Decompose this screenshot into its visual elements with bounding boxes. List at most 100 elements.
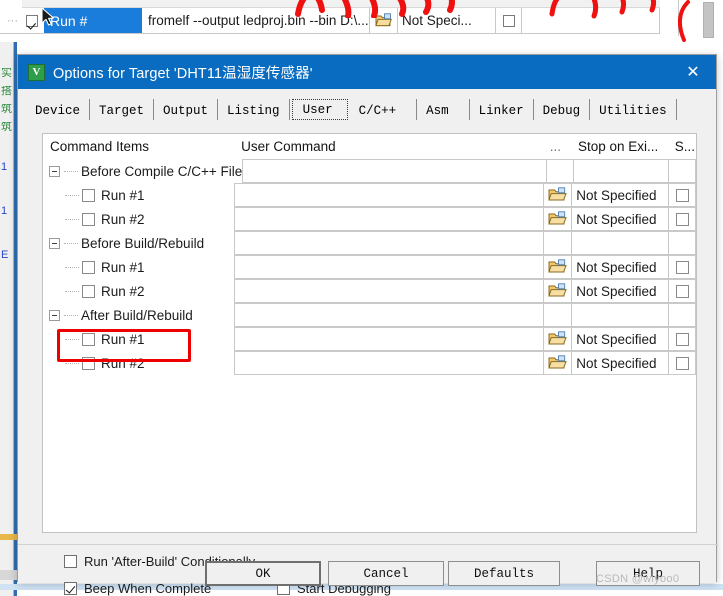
header-user-command: User Command bbox=[241, 139, 336, 154]
tab-debug[interactable]: Debug bbox=[534, 99, 591, 120]
table-row[interactable]: After Build/Rebuild bbox=[43, 303, 697, 327]
tab-asm[interactable]: Asm bbox=[417, 99, 470, 120]
checkbox-unchecked-icon[interactable] bbox=[64, 555, 77, 568]
tab-target[interactable]: Target bbox=[90, 99, 155, 120]
stop-on-exit-cell[interactable]: Not Specified bbox=[571, 351, 669, 375]
tab-user[interactable]: User bbox=[291, 99, 348, 120]
folder-open-icon[interactable] bbox=[548, 211, 568, 227]
stop-on-exit-cell[interactable]: Not Specified bbox=[571, 279, 669, 303]
table-row[interactable]: Before Compile C/C++ File bbox=[43, 159, 696, 183]
user-command-cell[interactable] bbox=[234, 303, 544, 327]
table-row-highlighted[interactable]: Run #1 Not Specified bbox=[43, 327, 697, 351]
skip-cell[interactable] bbox=[668, 327, 697, 351]
run-enable-checkbox[interactable] bbox=[82, 212, 95, 226]
tree-leaf-cell[interactable]: Run #1 bbox=[43, 327, 234, 351]
tree-leaf-label: Run #2 bbox=[101, 283, 145, 299]
user-command-cell[interactable] bbox=[234, 183, 544, 207]
browse-cell[interactable] bbox=[543, 327, 572, 351]
table-row[interactable]: Before Build/Rebuild bbox=[43, 231, 697, 255]
run-enable-checkbox[interactable] bbox=[82, 284, 95, 298]
cancel-button[interactable]: Cancel bbox=[328, 561, 444, 586]
browse-cell[interactable] bbox=[543, 279, 572, 303]
browse-cell[interactable] bbox=[543, 255, 572, 279]
close-icon[interactable]: ✕ bbox=[670, 55, 716, 89]
skip-checkbox[interactable] bbox=[675, 356, 689, 370]
user-command-cell[interactable] bbox=[234, 231, 544, 255]
background-selected-row[interactable]: ··· Run # fromelf --output ledproj.bin -… bbox=[0, 8, 660, 34]
strip-char-0: 实 bbox=[1, 68, 12, 79]
user-command-cell[interactable] bbox=[234, 327, 544, 351]
table-row[interactable]: Run #2 Not Specified bbox=[43, 207, 697, 231]
run-enable-checkbox[interactable] bbox=[82, 356, 95, 370]
browse-cell[interactable] bbox=[543, 207, 572, 231]
stop-on-exit-cell[interactable]: Not Specified bbox=[571, 207, 669, 231]
background-column-divider bbox=[678, 0, 679, 36]
tree-group-cell[interactable]: After Build/Rebuild bbox=[43, 303, 234, 327]
stop-on-exit-cell[interactable]: Not Specified bbox=[571, 255, 669, 279]
ok-button[interactable]: OK bbox=[205, 561, 321, 586]
folder-open-icon[interactable] bbox=[548, 259, 568, 275]
folder-open-icon[interactable] bbox=[548, 187, 568, 203]
table-row[interactable]: Run #2 Not Specified bbox=[43, 351, 697, 375]
run-enable-checkbox[interactable] bbox=[82, 260, 95, 274]
user-command-cell[interactable] bbox=[234, 255, 544, 279]
tree-leaf-cell[interactable]: Run #1 bbox=[43, 183, 234, 207]
background-table: ··· Run # fromelf --output ledproj.bin -… bbox=[0, 0, 660, 36]
tab-device[interactable]: Device bbox=[26, 99, 91, 120]
tab-utilities[interactable]: Utilities bbox=[590, 99, 677, 120]
strip-char-6: E bbox=[1, 250, 9, 261]
background-scrollbar[interactable] bbox=[703, 2, 714, 38]
browse-cell[interactable] bbox=[543, 351, 572, 375]
stop-on-exit-cell[interactable]: Not Specified bbox=[571, 327, 669, 351]
user-command-cell[interactable] bbox=[234, 279, 544, 303]
table-row[interactable]: Run #1 Not Specified bbox=[43, 255, 697, 279]
background-user-command[interactable]: fromelf --output ledproj.bin --bin D:\..… bbox=[142, 8, 370, 33]
browse-cell[interactable] bbox=[543, 183, 572, 207]
strip-char-4: 1 bbox=[1, 162, 8, 173]
skip-checkbox[interactable] bbox=[675, 188, 689, 202]
stop-on-exit-cell[interactable]: Not Specified bbox=[571, 183, 669, 207]
tree-group-cell[interactable]: Before Build/Rebuild bbox=[43, 231, 234, 255]
dialog-titlebar[interactable]: V Options for Target 'DHT11温湿度传感器' ✕ bbox=[18, 55, 716, 89]
table-row[interactable]: Run #2 Not Specified bbox=[43, 279, 697, 303]
user-command-cell[interactable] bbox=[234, 351, 544, 375]
collapse-expander-icon[interactable] bbox=[49, 309, 60, 321]
tab-cpp[interactable]: C/C++ bbox=[350, 99, 418, 120]
skip-checkbox[interactable] bbox=[675, 284, 689, 298]
beep-when-complete-option[interactable]: Beep When Complete bbox=[64, 581, 211, 596]
folder-open-icon[interactable] bbox=[548, 283, 568, 299]
run-enable-checkbox[interactable] bbox=[82, 332, 95, 346]
background-folder-icon[interactable] bbox=[370, 8, 398, 33]
tab-listing[interactable]: Listing bbox=[218, 99, 290, 120]
collapse-expander-icon[interactable] bbox=[49, 237, 60, 249]
skip-cell[interactable] bbox=[668, 279, 697, 303]
tab-device-label: Device bbox=[35, 103, 81, 118]
tree-leaf-cell[interactable]: Run #2 bbox=[43, 279, 234, 303]
skip-checkbox[interactable] bbox=[675, 212, 689, 226]
skip-cell[interactable] bbox=[668, 255, 697, 279]
skip-cell[interactable] bbox=[668, 351, 697, 375]
tree-leaf-cell[interactable]: Run #2 bbox=[43, 207, 234, 231]
collapse-expander-icon[interactable] bbox=[49, 165, 60, 177]
skip-cell[interactable] bbox=[668, 207, 697, 231]
skip-cell[interactable] bbox=[668, 183, 697, 207]
checkbox-checked-icon[interactable] bbox=[64, 582, 77, 595]
browse-cell bbox=[545, 159, 574, 183]
tree-leaf-cell[interactable]: Run #2 bbox=[43, 351, 234, 375]
folder-open-icon[interactable] bbox=[548, 331, 568, 347]
tree-leaf-cell[interactable]: Run #1 bbox=[43, 255, 234, 279]
strip-char-3: 筑 bbox=[1, 122, 12, 133]
user-command-cell[interactable] bbox=[242, 159, 546, 183]
skip-checkbox[interactable] bbox=[675, 260, 689, 274]
run-enable-checkbox[interactable] bbox=[82, 188, 95, 202]
tree-group-cell[interactable]: Before Compile C/C++ File bbox=[43, 159, 242, 183]
options-dialog: V Options for Target 'DHT11温湿度传感器' ✕ Dev… bbox=[17, 54, 718, 596]
user-command-cell[interactable] bbox=[234, 207, 544, 231]
defaults-button[interactable]: Defaults bbox=[448, 561, 560, 586]
background-skip-checkbox[interactable] bbox=[496, 8, 522, 33]
skip-checkbox[interactable] bbox=[675, 332, 689, 346]
tab-output[interactable]: Output bbox=[154, 99, 219, 120]
table-row[interactable]: Run #1 Not Specified bbox=[43, 183, 697, 207]
tab-linker[interactable]: Linker bbox=[470, 99, 534, 120]
folder-open-icon[interactable] bbox=[548, 355, 568, 371]
